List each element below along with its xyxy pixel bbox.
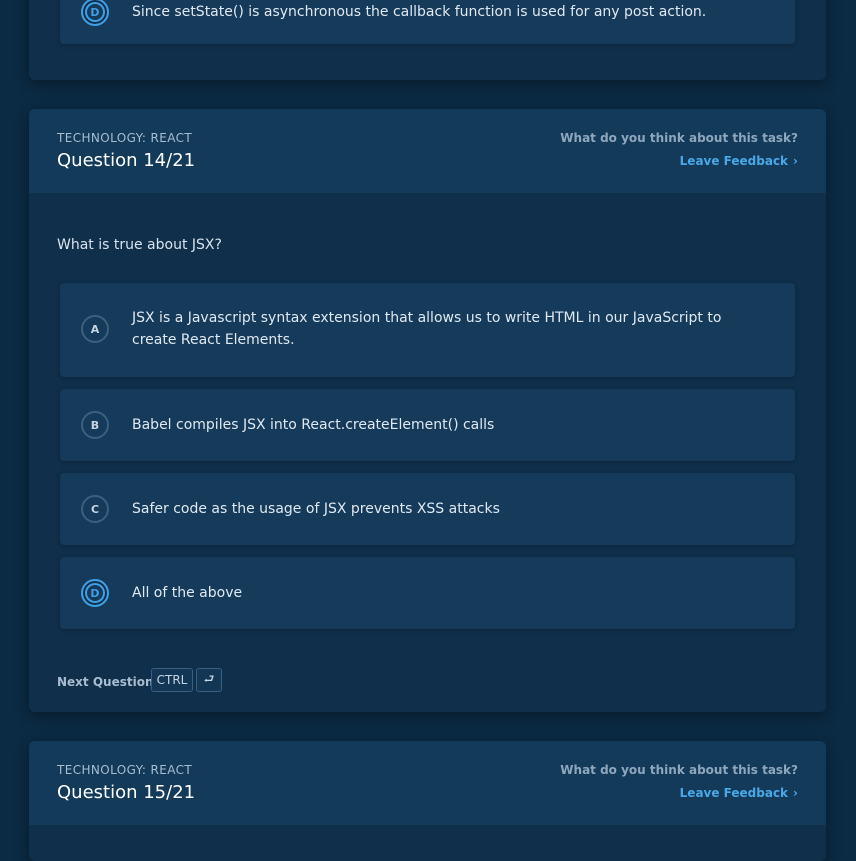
- technology-label: TECHNOLOGY: REACT: [57, 763, 193, 777]
- question-title: Question 14/21: [57, 150, 196, 171]
- question-prompt: What is true about JSX?: [57, 237, 222, 253]
- card-header: TECHNOLOGY: REACT Question 14/21 What do…: [29, 109, 826, 193]
- technology-label: TECHNOLOGY: REACT: [57, 131, 193, 145]
- option-c[interactable]: C Safer code as the usage of JSX prevent…: [60, 473, 795, 545]
- option-a[interactable]: A JSX is a Javascript syntax extension t…: [60, 283, 795, 377]
- next-question-label[interactable]: Next Question: [57, 675, 154, 689]
- leave-feedback-link[interactable]: Leave Feedback ›: [680, 154, 798, 168]
- question-title: Question 15/21: [57, 782, 196, 803]
- chevron-right-icon: ›: [793, 786, 798, 800]
- question-card-14: TECHNOLOGY: REACT Question 14/21 What do…: [29, 109, 826, 712]
- card-header: TECHNOLOGY: REACT Question 15/21 What do…: [29, 741, 826, 825]
- leave-feedback-label: Leave Feedback: [679, 154, 789, 168]
- option-letter: B: [81, 411, 109, 439]
- option-b[interactable]: B Babel compiles JSX into React.createEl…: [60, 389, 795, 461]
- question-card-prev: D Since setState() is asynchronous the c…: [29, 0, 826, 80]
- option-text: Babel compiles JSX into React.createElem…: [132, 417, 495, 433]
- leave-feedback-link[interactable]: Leave Feedback ›: [680, 786, 798, 800]
- option-d[interactable]: D All of the above: [60, 557, 795, 629]
- option-text: Since setState() is asynchronous the cal…: [132, 4, 707, 20]
- option-text: Safer code as the usage of JSX prevents …: [132, 501, 500, 517]
- question-card-15: TECHNOLOGY: REACT Question 15/21 What do…: [29, 741, 826, 861]
- option-letter: D: [81, 0, 109, 26]
- ctrl-key-badge: CTRL: [151, 668, 193, 692]
- option-letter: A: [81, 315, 109, 343]
- leave-feedback-label: Leave Feedback: [679, 786, 789, 800]
- option-d[interactable]: D Since setState() is asynchronous the c…: [60, 0, 795, 44]
- option-letter: C: [81, 495, 109, 523]
- enter-key-icon: ⮐: [196, 668, 222, 692]
- option-letter: D: [81, 579, 109, 607]
- option-text: All of the above: [132, 585, 243, 601]
- chevron-right-icon: ›: [793, 154, 798, 168]
- feedback-prompt: What do you think about this task?: [560, 763, 798, 777]
- feedback-prompt: What do you think about this task?: [560, 131, 798, 145]
- option-text: JSX is a Javascript syntax extension tha…: [132, 310, 722, 348]
